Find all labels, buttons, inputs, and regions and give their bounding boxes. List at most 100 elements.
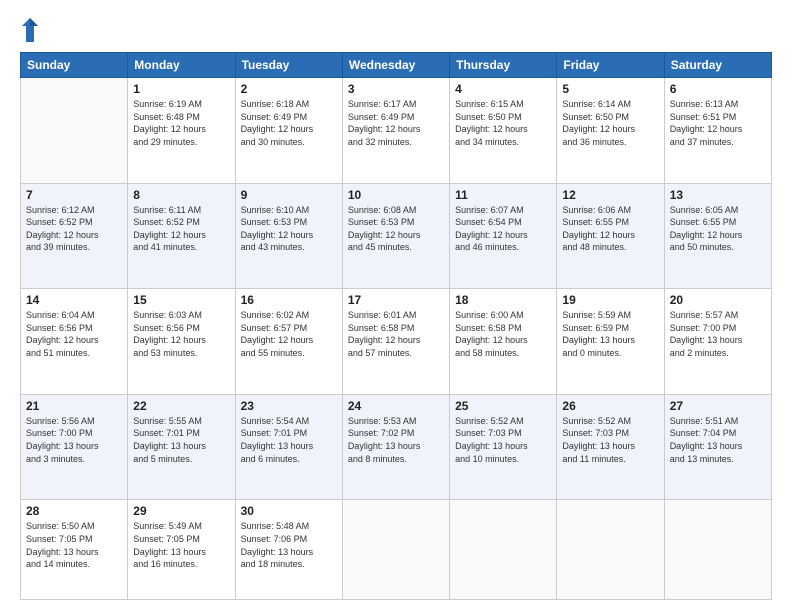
day-info: Sunrise: 5:52 AM Sunset: 7:03 PM Dayligh… xyxy=(562,415,658,465)
calendar-cell: 15 Sunrise: 6:03 AM Sunset: 6:56 PM Dayli… xyxy=(128,289,235,395)
day-info: Sunrise: 5:57 AM Sunset: 7:00 PM Dayligh… xyxy=(670,309,766,359)
day-info: Sunrise: 5:53 AM Sunset: 7:02 PM Dayligh… xyxy=(348,415,444,465)
calendar-cell: 1 Sunrise: 6:19 AM Sunset: 6:48 PM Daylig… xyxy=(128,78,235,184)
day-info: Sunrise: 5:56 AM Sunset: 7:00 PM Dayligh… xyxy=(26,415,122,465)
calendar-cell: 23Sunrise: 5:54 AM Sunset: 7:01 PM Dayli… xyxy=(235,394,342,500)
calendar-cell: 5 Sunrise: 6:14 AM Sunset: 6:50 PM Daylig… xyxy=(557,78,664,184)
day-info: Sunrise: 6:03 AM Sunset: 6:56 PM Dayligh… xyxy=(133,309,229,359)
weekday-header-friday: Friday xyxy=(557,53,664,78)
day-number: 3 xyxy=(348,82,444,96)
calendar-cell: 28Sunrise: 5:50 AM Sunset: 7:05 PM Dayli… xyxy=(21,500,128,600)
day-info: Sunrise: 6:08 AM Sunset: 6:53 PM Dayligh… xyxy=(348,204,444,254)
day-number: 9 xyxy=(241,188,337,202)
weekday-header-sunday: Sunday xyxy=(21,53,128,78)
calendar-cell: 2 Sunrise: 6:18 AM Sunset: 6:49 PM Daylig… xyxy=(235,78,342,184)
day-info: Sunrise: 6:11 AM Sunset: 6:52 PM Dayligh… xyxy=(133,204,229,254)
day-number: 6 xyxy=(670,82,766,96)
weekday-header-wednesday: Wednesday xyxy=(342,53,449,78)
day-number: 15 xyxy=(133,293,229,307)
calendar-cell: 16 Sunrise: 6:02 AM Sunset: 6:57 PM Dayli… xyxy=(235,289,342,395)
weekday-header-tuesday: Tuesday xyxy=(235,53,342,78)
day-number: 11 xyxy=(455,188,551,202)
day-number: 27 xyxy=(670,399,766,413)
day-info: Sunrise: 6:13 AM Sunset: 6:51 PM Dayligh… xyxy=(670,98,766,148)
calendar-cell: 20 Sunrise: 5:57 AM Sunset: 7:00 PM Dayli… xyxy=(664,289,771,395)
day-number: 7 xyxy=(26,188,122,202)
weekday-header-row: SundayMondayTuesdayWednesdayThursdayFrid… xyxy=(21,53,772,78)
calendar-week-row: 7 Sunrise: 6:12 AM Sunset: 6:52 PM Daylig… xyxy=(21,183,772,289)
calendar-cell: 18Sunrise: 6:00 AM Sunset: 6:58 PM Dayli… xyxy=(450,289,557,395)
logo xyxy=(20,16,44,44)
day-number: 1 xyxy=(133,82,229,96)
calendar-cell xyxy=(557,500,664,600)
day-number: 14 xyxy=(26,293,122,307)
day-info: Sunrise: 6:15 AM Sunset: 6:50 PM Dayligh… xyxy=(455,98,551,148)
day-info: Sunrise: 6:17 AM Sunset: 6:49 PM Dayligh… xyxy=(348,98,444,148)
calendar-cell: 26 Sunrise: 5:52 AM Sunset: 7:03 PM Dayli… xyxy=(557,394,664,500)
day-number: 2 xyxy=(241,82,337,96)
weekday-header-saturday: Saturday xyxy=(664,53,771,78)
day-info: Sunrise: 5:48 AM Sunset: 7:06 PM Dayligh… xyxy=(241,520,337,570)
calendar-cell: 27 Sunrise: 5:51 AM Sunset: 7:04 PM Dayli… xyxy=(664,394,771,500)
day-info: Sunrise: 6:10 AM Sunset: 6:53 PM Dayligh… xyxy=(241,204,337,254)
day-number: 21 xyxy=(26,399,122,413)
calendar-table: SundayMondayTuesdayWednesdayThursdayFrid… xyxy=(20,52,772,600)
calendar-cell: 9 Sunrise: 6:10 AM Sunset: 6:53 PM Daylig… xyxy=(235,183,342,289)
day-info: Sunrise: 6:19 AM Sunset: 6:48 PM Dayligh… xyxy=(133,98,229,148)
day-number: 4 xyxy=(455,82,551,96)
calendar-cell: 25 Sunrise: 5:52 AM Sunset: 7:03 PM Dayli… xyxy=(450,394,557,500)
calendar-cell: 24 Sunrise: 5:53 AM Sunset: 7:02 PM Dayli… xyxy=(342,394,449,500)
calendar-cell: 21 Sunrise: 5:56 AM Sunset: 7:00 PM Dayli… xyxy=(21,394,128,500)
day-info: Sunrise: 5:52 AM Sunset: 7:03 PM Dayligh… xyxy=(455,415,551,465)
day-number: 20 xyxy=(670,293,766,307)
day-info: Sunrise: 6:06 AM Sunset: 6:55 PM Dayligh… xyxy=(562,204,658,254)
day-number: 19 xyxy=(562,293,658,307)
day-number: 13 xyxy=(670,188,766,202)
weekday-header-monday: Monday xyxy=(128,53,235,78)
day-number: 18 xyxy=(455,293,551,307)
logo-icon xyxy=(20,16,40,44)
day-info: Sunrise: 5:49 AM Sunset: 7:05 PM Dayligh… xyxy=(133,520,229,570)
day-number: 30 xyxy=(241,504,337,518)
calendar-week-row: 14 Sunrise: 6:04 AM Sunset: 6:56 PM Dayli… xyxy=(21,289,772,395)
day-number: 22 xyxy=(133,399,229,413)
calendar-cell: 30 Sunrise: 5:48 AM Sunset: 7:06 PM Dayli… xyxy=(235,500,342,600)
calendar-cell: 4 Sunrise: 6:15 AM Sunset: 6:50 PM Daylig… xyxy=(450,78,557,184)
calendar-cell: 22 Sunrise: 5:55 AM Sunset: 7:01 PM Dayli… xyxy=(128,394,235,500)
calendar-cell xyxy=(664,500,771,600)
calendar-week-row: 28Sunrise: 5:50 AM Sunset: 7:05 PM Dayli… xyxy=(21,500,772,600)
day-number: 29 xyxy=(133,504,229,518)
page: SundayMondayTuesdayWednesdayThursdayFrid… xyxy=(0,0,792,612)
calendar-cell: 13 Sunrise: 6:05 AM Sunset: 6:55 PM Dayli… xyxy=(664,183,771,289)
calendar-cell: 3 Sunrise: 6:17 AM Sunset: 6:49 PM Daylig… xyxy=(342,78,449,184)
day-info: Sunrise: 5:50 AM Sunset: 7:05 PM Dayligh… xyxy=(26,520,122,570)
day-info: Sunrise: 5:51 AM Sunset: 7:04 PM Dayligh… xyxy=(670,415,766,465)
day-info: Sunrise: 5:59 AM Sunset: 6:59 PM Dayligh… xyxy=(562,309,658,359)
calendar-cell xyxy=(450,500,557,600)
day-info: Sunrise: 6:02 AM Sunset: 6:57 PM Dayligh… xyxy=(241,309,337,359)
day-info: Sunrise: 6:05 AM Sunset: 6:55 PM Dayligh… xyxy=(670,204,766,254)
day-number: 24 xyxy=(348,399,444,413)
calendar-week-row: 1 Sunrise: 6:19 AM Sunset: 6:48 PM Daylig… xyxy=(21,78,772,184)
calendar-cell: 17Sunrise: 6:01 AM Sunset: 6:58 PM Dayli… xyxy=(342,289,449,395)
calendar-week-row: 21 Sunrise: 5:56 AM Sunset: 7:00 PM Dayli… xyxy=(21,394,772,500)
calendar-cell: 10 Sunrise: 6:08 AM Sunset: 6:53 PM Dayli… xyxy=(342,183,449,289)
calendar-cell: 11 Sunrise: 6:07 AM Sunset: 6:54 PM Dayli… xyxy=(450,183,557,289)
day-info: Sunrise: 6:04 AM Sunset: 6:56 PM Dayligh… xyxy=(26,309,122,359)
weekday-header-thursday: Thursday xyxy=(450,53,557,78)
day-info: Sunrise: 6:14 AM Sunset: 6:50 PM Dayligh… xyxy=(562,98,658,148)
calendar-cell: 19 Sunrise: 5:59 AM Sunset: 6:59 PM Dayli… xyxy=(557,289,664,395)
calendar-cell xyxy=(21,78,128,184)
day-info: Sunrise: 6:01 AM Sunset: 6:58 PM Dayligh… xyxy=(348,309,444,359)
day-number: 10 xyxy=(348,188,444,202)
day-number: 5 xyxy=(562,82,658,96)
day-info: Sunrise: 6:18 AM Sunset: 6:49 PM Dayligh… xyxy=(241,98,337,148)
day-number: 25 xyxy=(455,399,551,413)
day-number: 16 xyxy=(241,293,337,307)
day-info: Sunrise: 5:55 AM Sunset: 7:01 PM Dayligh… xyxy=(133,415,229,465)
day-info: Sunrise: 6:07 AM Sunset: 6:54 PM Dayligh… xyxy=(455,204,551,254)
day-number: 23 xyxy=(241,399,337,413)
calendar-cell: 29 Sunrise: 5:49 AM Sunset: 7:05 PM Dayli… xyxy=(128,500,235,600)
day-info: Sunrise: 6:12 AM Sunset: 6:52 PM Dayligh… xyxy=(26,204,122,254)
day-number: 26 xyxy=(562,399,658,413)
